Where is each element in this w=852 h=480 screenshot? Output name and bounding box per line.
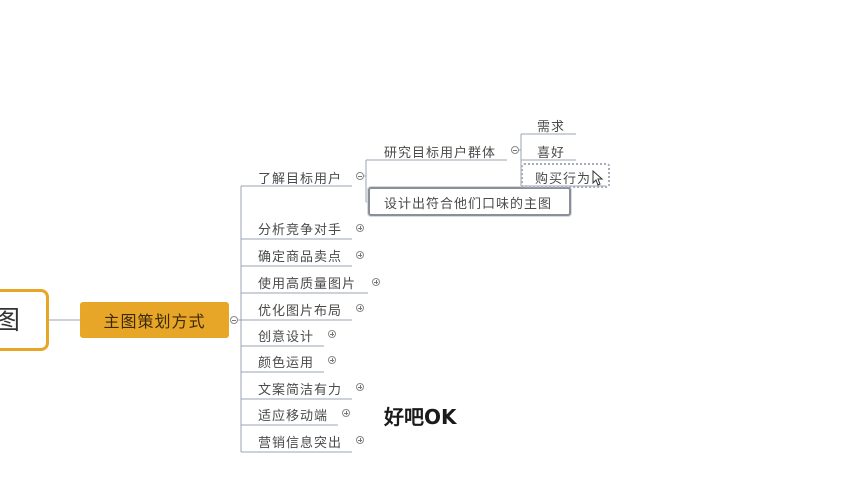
branch-understand-users[interactable]: 了解目标用户: [258, 168, 342, 187]
expand-icon[interactable]: [356, 224, 364, 232]
leaf-needs[interactable]: 需求: [537, 116, 565, 135]
branch-product-selling-points[interactable]: 确定商品卖点: [258, 246, 342, 265]
main-topic-node[interactable]: 主图策划方式: [80, 302, 229, 338]
expand-icon[interactable]: [342, 409, 350, 417]
expand-icon[interactable]: [372, 278, 380, 286]
collapse-icon[interactable]: [511, 146, 519, 154]
expand-icon[interactable]: [356, 251, 364, 259]
expand-icon[interactable]: [328, 356, 336, 364]
leaf-preferences[interactable]: 喜好: [537, 142, 565, 161]
expand-icon[interactable]: [356, 436, 364, 444]
branch-mobile-adapt[interactable]: 适应移动端: [258, 405, 328, 424]
annotation-text: 好吧OK: [384, 405, 457, 429]
main-topic-collapse-icon[interactable]: [230, 316, 238, 324]
root-label: 图: [0, 306, 21, 336]
branch-creative-design[interactable]: 创意设计: [258, 326, 314, 345]
branch-marketing-highlight[interactable]: 营销信息突出: [258, 432, 342, 451]
expand-icon[interactable]: [356, 383, 364, 391]
expand-icon[interactable]: [328, 330, 336, 338]
branch-analyze-competitors[interactable]: 分析竞争对手: [258, 219, 342, 238]
collapse-icon[interactable]: [356, 172, 364, 180]
leaf-purchase-behavior[interactable]: 购买行为: [535, 168, 591, 187]
branch-concise-copy[interactable]: 文案简洁有力: [258, 379, 342, 398]
subtopic-design-main-image[interactable]: 设计出符合他们口味的主图: [384, 193, 552, 212]
expand-icon[interactable]: [356, 304, 364, 312]
branch-high-quality-images[interactable]: 使用高质量图片: [258, 273, 356, 292]
branch-color-use[interactable]: 颜色运用: [258, 352, 314, 371]
subtopic-research-users[interactable]: 研究目标用户群体: [384, 142, 496, 161]
mouse-cursor-icon: [592, 170, 604, 186]
branch-optimize-layout[interactable]: 优化图片布局: [258, 300, 342, 319]
